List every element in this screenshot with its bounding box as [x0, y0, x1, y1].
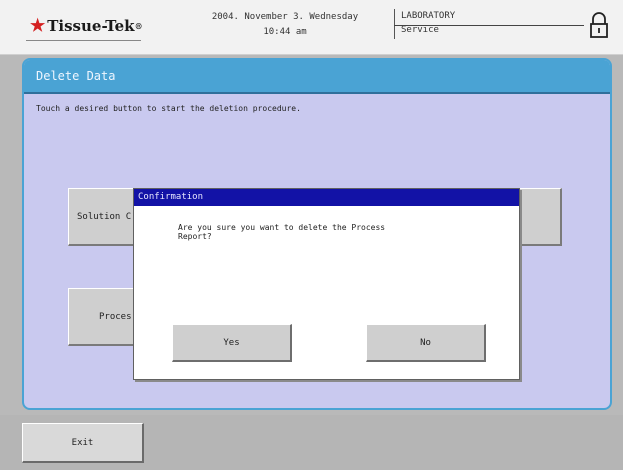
instruction-text: Touch a desired button to start the dele… — [36, 104, 301, 113]
mode-indicator: LABORATORY Service — [394, 9, 574, 39]
no-button[interactable]: No — [366, 324, 486, 362]
dialog-message-line1: Are you sure you want to delete the Proc… — [178, 223, 386, 232]
dialog-title: Confirmation — [134, 189, 519, 206]
brand-underline — [26, 40, 141, 41]
confirmation-dialog: Confirmation Are you sure you want to de… — [133, 188, 520, 380]
star-icon: ★ — [30, 15, 46, 36]
yes-button[interactable]: Yes — [172, 324, 292, 362]
brand-logo: ★ Tissue-Tek ® — [30, 17, 143, 35]
brand-mark: ® — [134, 21, 143, 31]
mode-divider — [394, 25, 584, 26]
time-text: 10:44 am — [263, 27, 307, 37]
exit-button[interactable]: Exit — [22, 423, 144, 463]
key-lock-icon[interactable] — [588, 12, 610, 38]
header-bar: ★ Tissue-Tek ® 2004. November 3. Wednesda… — [0, 0, 623, 55]
datetime: 2004. November 3. Wednesday 10:44 am — [200, 10, 370, 40]
panel-title-divider — [24, 92, 610, 94]
date-text: 2004. November 3. Wednesday — [211, 12, 359, 22]
mode-text: LABORATORY — [401, 11, 456, 21]
dialog-message: Are you sure you want to delete the Proc… — [178, 223, 478, 241]
dialog-message-line2: Report? — [178, 232, 212, 241]
panel-title: Delete Data — [24, 60, 610, 92]
yes-label: Yes — [223, 337, 240, 348]
solution-data-label: Solution C — [77, 211, 132, 222]
brand-name: Tissue-Tek — [47, 17, 135, 35]
no-label: No — [420, 337, 431, 348]
process-report-label: Proces — [99, 311, 132, 322]
exit-label: Exit — [71, 437, 94, 448]
